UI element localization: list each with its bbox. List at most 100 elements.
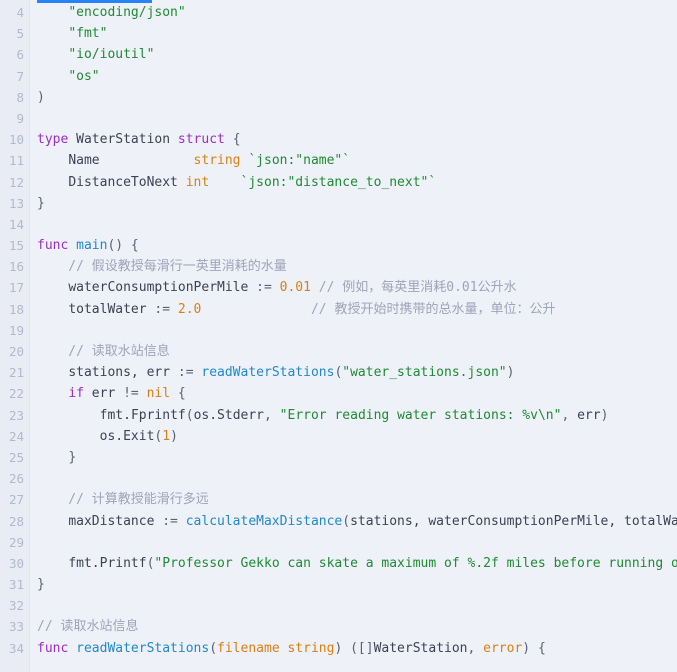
code-line[interactable]: 22 if err != nil {: [0, 383, 677, 404]
code-text[interactable]: }: [37, 193, 45, 214]
line-number: 27: [0, 489, 24, 510]
token-string: "Professor Gekko can skate a maximum of …: [154, 556, 677, 571]
line-number: 8: [0, 87, 24, 108]
code-lines-container[interactable]: 4 "encoding/json" 5 "fmt" 6 "io/ioutil" …: [0, 2, 677, 659]
code-line[interactable]: 11 Name string `json:"name"`: [0, 150, 677, 171]
line-number: 21: [0, 362, 24, 383]
code-line[interactable]: 17 waterConsumptionPerMile := 0.01 // 例如…: [0, 277, 677, 298]
code-line[interactable]: 15 func main() {: [0, 235, 677, 256]
code-text[interactable]: }: [37, 447, 76, 468]
code-line[interactable]: 31 }: [0, 574, 677, 595]
code-line[interactable]: 16 // 假设教授每滑行一英里消耗的水量: [0, 256, 677, 277]
line-number: 34: [0, 638, 24, 659]
token-identifier: fmt.: [68, 556, 99, 571]
code-text[interactable]: // 读取水站信息: [37, 341, 170, 362]
code-line[interactable]: 14: [0, 214, 677, 235]
token-keyword: func: [37, 641, 68, 656]
line-number: 28: [0, 511, 24, 532]
code-line[interactable]: 7 "os": [0, 66, 677, 87]
code-line[interactable]: 33 // 读取水站信息: [0, 616, 677, 637]
token-identifier: err: [577, 408, 600, 423]
code-text[interactable]: ): [37, 87, 45, 108]
code-line[interactable]: 26: [0, 468, 677, 489]
code-line[interactable]: 27 // 计算教授能滑行多远: [0, 489, 677, 510]
code-editor[interactable]: 4 "encoding/json" 5 "fmt" 6 "io/ioutil" …: [0, 0, 677, 672]
token-string: "Error reading water stations: %v\n": [280, 408, 562, 423]
code-text[interactable]: waterConsumptionPerMile := 0.01 // 例如，每英…: [37, 277, 517, 298]
code-line[interactable]: 25 }: [0, 447, 677, 468]
token-keyword: if: [68, 386, 84, 401]
token-punctuation: ) {: [522, 641, 545, 656]
code-line[interactable]: 21 stations, err := readWaterStations("w…: [0, 362, 677, 383]
token-punctuation: ,: [264, 408, 272, 423]
code-line[interactable]: 8 ): [0, 87, 677, 108]
token-parameter: filename string: [217, 641, 334, 656]
line-number: 24: [0, 426, 24, 447]
code-line[interactable]: 6 "io/ioutil": [0, 44, 677, 65]
token-punctuation: (: [186, 408, 194, 423]
code-text[interactable]: // 读取水站信息: [37, 616, 138, 637]
code-text[interactable]: fmt.Printf("Professor Gekko can skate a …: [37, 553, 677, 574]
code-line[interactable]: 30 fmt.Printf("Professor Gekko can skate…: [0, 553, 677, 574]
code-text[interactable]: func main() {: [37, 235, 139, 256]
code-text[interactable]: os.Exit(1): [37, 426, 178, 447]
code-line[interactable]: 23 fmt.Fprintf(os.Stderr, "Error reading…: [0, 405, 677, 426]
code-text[interactable]: "io/ioutil": [37, 44, 154, 65]
code-text[interactable]: if err != nil {: [37, 383, 186, 404]
code-text[interactable]: Name string `json:"name"`: [37, 150, 350, 171]
token-identifier: fmt.: [100, 408, 131, 423]
token-identifier: stations, waterConsumptionPerMile, total…: [350, 514, 677, 529]
code-text[interactable]: totalWater := 2.0 // 教授开始时携带的总水量，单位：公升: [37, 299, 555, 320]
code-text[interactable]: "fmt": [37, 23, 107, 44]
token-identifier: Name: [68, 153, 99, 168]
code-line[interactable]: 13 }: [0, 193, 677, 214]
code-text[interactable]: // 计算教授能滑行多远: [37, 489, 209, 510]
token-type: error: [483, 641, 522, 656]
code-line[interactable]: 5 "fmt": [0, 23, 677, 44]
line-number: 13: [0, 193, 24, 214]
token-identifier: os.Stderr: [194, 408, 264, 423]
code-text[interactable]: "encoding/json": [37, 2, 186, 23]
token-number: 0.01: [280, 280, 311, 295]
code-line[interactable]: 12 DistanceToNext int `json:"distance_to…: [0, 172, 677, 193]
code-line[interactable]: 32: [0, 595, 677, 616]
token-string: "water_stations.json": [342, 365, 506, 380]
code-line[interactable]: 18 totalWater := 2.0 // 教授开始时携带的总水量，单位：公…: [0, 299, 677, 320]
code-line[interactable]: 19: [0, 320, 677, 341]
code-text[interactable]: "os": [37, 66, 100, 87]
code-line[interactable]: 28 maxDistance := calculateMaxDistance(s…: [0, 511, 677, 532]
code-line[interactable]: 20 // 读取水站信息: [0, 341, 677, 362]
code-text[interactable]: stations, err := readWaterStations("wate…: [37, 362, 514, 383]
code-text[interactable]: // 假设教授每滑行一英里消耗的水量: [37, 256, 287, 277]
line-number: 18: [0, 299, 24, 320]
token-identifier: stations, err: [68, 365, 170, 380]
token-struct-tag: `json:"name"`: [248, 153, 350, 168]
line-number: 20: [0, 341, 24, 362]
token-identifier: WaterStation: [76, 132, 170, 147]
line-number: 25: [0, 447, 24, 468]
code-line[interactable]: 34 func readWaterStations(filename strin…: [0, 638, 677, 659]
code-text[interactable]: maxDistance := calculateMaxDistance(stat…: [37, 511, 677, 532]
line-number: 4: [0, 2, 24, 23]
line-number: 31: [0, 574, 24, 595]
code-text[interactable]: func readWaterStations(filename string) …: [37, 638, 546, 659]
code-text[interactable]: type WaterStation struct {: [37, 129, 241, 150]
code-text[interactable]: }: [37, 574, 45, 595]
line-number: 10: [0, 129, 24, 150]
line-number: 22: [0, 383, 24, 404]
code-line[interactable]: 9: [0, 108, 677, 129]
code-line[interactable]: 24 os.Exit(1): [0, 426, 677, 447]
token-punctuation: }: [37, 196, 45, 211]
token-function: readWaterStations: [76, 641, 209, 656]
code-text[interactable]: fmt.Fprintf(os.Stderr, "Error reading wa…: [37, 405, 608, 426]
code-line[interactable]: 29: [0, 532, 677, 553]
code-line[interactable]: 4 "encoding/json": [0, 2, 677, 23]
token-identifier: os.Exit: [100, 429, 155, 444]
token-operator: :=: [256, 280, 272, 295]
code-text[interactable]: DistanceToNext int `json:"distance_to_ne…: [37, 172, 436, 193]
line-number: 29: [0, 532, 24, 553]
line-number: 5: [0, 23, 24, 44]
token-method: Printf: [100, 556, 147, 571]
token-type: int: [186, 175, 209, 190]
code-line[interactable]: 10 type WaterStation struct {: [0, 129, 677, 150]
